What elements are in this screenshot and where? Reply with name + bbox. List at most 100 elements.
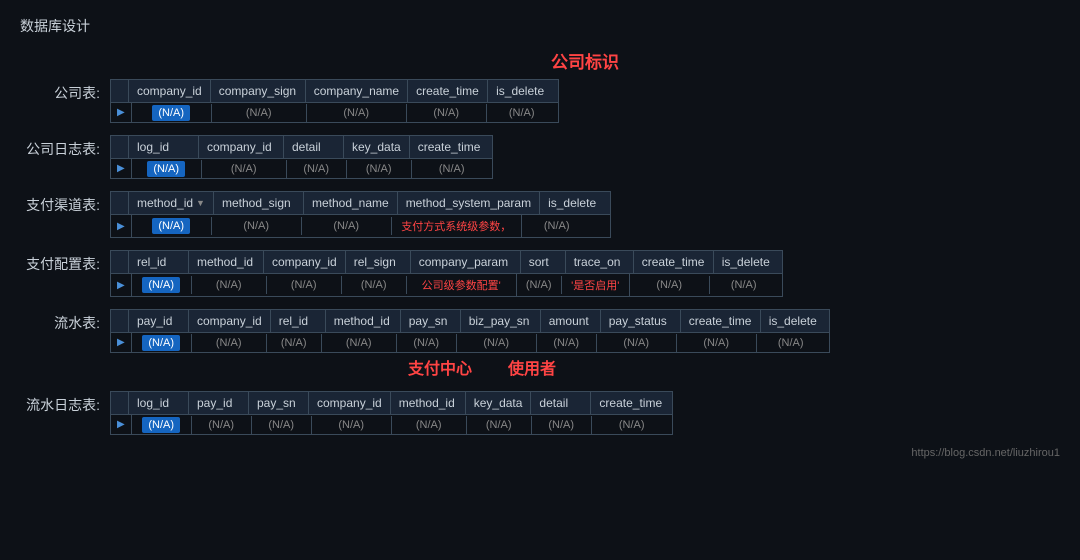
table-label-2: 支付渠道表: [20, 191, 110, 215]
col-header-3-1: method_id [189, 251, 264, 273]
cell-0-4: (N/A) [487, 104, 557, 122]
table-label-5: 流水日志表: [20, 391, 110, 415]
col-header-4-1: company_id [189, 310, 271, 332]
table-row-5: 流水日志表:log_idpay_idpay_sncompany_idmethod… [20, 391, 1060, 435]
col-header-5-5: key_data [466, 392, 532, 414]
cell-4-7: (N/A) [597, 334, 677, 352]
col-header-5-6: detail [531, 392, 591, 414]
col-header-4-2: rel_id [271, 310, 326, 332]
cell-3-8: (N/A) [710, 276, 778, 294]
cell-2-2: (N/A) [302, 217, 392, 235]
col-header-2-0: method_id▼ [129, 192, 214, 214]
col-header-3-0: rel_id [129, 251, 189, 273]
table-label-0: 公司表: [20, 79, 110, 103]
cell-2-4: (N/A) [522, 217, 592, 235]
db-table-5: log_idpay_idpay_sncompany_idmethod_idkey… [110, 391, 673, 435]
cell-1-0: (N/A) [132, 160, 202, 178]
col-header-0-0: company_id [129, 80, 211, 102]
table-label-3: 支付配置表: [20, 250, 110, 274]
cell-5-0: (N/A) [132, 416, 192, 434]
cell-2-0: (N/A) [132, 217, 212, 235]
col-header-5-7: create_time [591, 392, 671, 414]
watermark: https://blog.csdn.net/liuzhirou1 [20, 447, 1060, 459]
cell-5-4: (N/A) [392, 416, 467, 434]
col-header-4-7: pay_status [601, 310, 681, 332]
col-header-1-1: company_id [199, 136, 284, 158]
col-header-0-4: is_delete [488, 80, 558, 102]
cell-4-5: (N/A) [457, 334, 537, 352]
table-row-2: 支付渠道表:method_id▼method_signmethod_nameme… [20, 191, 1060, 238]
page-title: 数据库设计 [20, 16, 1060, 36]
row-arrow-1: ▶ [111, 159, 132, 178]
col-header-4-0: pay_id [129, 310, 189, 332]
cell-4-8: (N/A) [677, 334, 757, 352]
row-arrow-3: ▶ [111, 274, 132, 296]
cell-5-1: (N/A) [192, 416, 252, 434]
col-header-0-1: company_sign [211, 80, 306, 102]
col-header-5-2: pay_sn [249, 392, 309, 414]
db-table-1: log_idcompany_iddetailkey_datacreate_tim… [110, 135, 493, 179]
col-header-2-4: is_delete [540, 192, 610, 214]
cell-3-6: '是否启用' [562, 274, 630, 296]
col-header-4-3: method_id [326, 310, 401, 332]
cell-0-1: (N/A) [212, 104, 307, 122]
col-header-5-1: pay_id [189, 392, 249, 414]
col-header-2-2: method_name [304, 192, 398, 214]
cell-0-3: (N/A) [407, 104, 487, 122]
biz-label-user: 使用者 [508, 355, 556, 379]
cell-1-3: (N/A) [347, 160, 412, 178]
cell-3-3: (N/A) [342, 276, 407, 294]
cell-3-1: (N/A) [192, 276, 267, 294]
col-header-3-5: sort [521, 251, 566, 273]
col-header-1-4: create_time [410, 136, 490, 158]
cell-4-9: (N/A) [757, 334, 825, 352]
cell-5-7: (N/A) [592, 416, 672, 434]
row-arrow-0: ▶ [111, 103, 132, 122]
col-header-1-2: detail [284, 136, 344, 158]
col-header-4-5: biz_pay_sn [461, 310, 541, 332]
cell-3-2: (N/A) [267, 276, 342, 294]
db-table-3: rel_idmethod_idcompany_idrel_signcompany… [110, 250, 783, 297]
col-header-5-3: company_id [309, 392, 391, 414]
cell-4-1: (N/A) [192, 334, 267, 352]
cell-4-4: (N/A) [397, 334, 457, 352]
col-header-4-8: create_time [681, 310, 761, 332]
col-header-1-0: log_id [129, 136, 199, 158]
cell-3-0: (N/A) [132, 276, 192, 294]
col-header-0-2: company_name [306, 80, 408, 102]
cell-5-5: (N/A) [467, 416, 532, 434]
cell-0-0: (N/A) [132, 104, 212, 122]
cell-4-3: (N/A) [322, 334, 397, 352]
cell-1-2: (N/A) [287, 160, 347, 178]
col-header-4-6: amount [541, 310, 601, 332]
cell-4-6: (N/A) [537, 334, 597, 352]
cell-4-0: (N/A) [132, 334, 192, 352]
cell-5-3: (N/A) [312, 416, 392, 434]
cell-4-2: (N/A) [267, 334, 322, 352]
col-header-4-4: pay_sn [401, 310, 461, 332]
db-table-4: pay_idcompany_idrel_idmethod_idpay_snbiz… [110, 309, 830, 379]
cell-3-7: (N/A) [630, 276, 710, 294]
biz-label-payment-center: 支付中心 [408, 355, 472, 379]
col-header-4-9: is_delete [761, 310, 829, 332]
company-sign-label: 公司标识 [110, 48, 1060, 73]
col-header-3-6: trace_on [566, 251, 634, 273]
row-arrow-4: ▶ [111, 333, 132, 352]
db-table-2: method_id▼method_signmethod_namemethod_s… [110, 191, 611, 238]
table-label-1: 公司日志表: [20, 135, 110, 159]
cell-3-5: (N/A) [517, 276, 562, 294]
table-row-4: 流水表:pay_idcompany_idrel_idmethod_idpay_s… [20, 309, 1060, 379]
col-header-1-3: key_data [344, 136, 410, 158]
cell-5-6: (N/A) [532, 416, 592, 434]
col-header-5-4: method_id [391, 392, 466, 414]
table-row-1: 公司日志表:log_idcompany_iddetailkey_datacrea… [20, 135, 1060, 179]
cell-1-1: (N/A) [202, 160, 287, 178]
cell-2-3: 支付方式系统级参数， [392, 215, 522, 237]
col-header-3-7: create_time [634, 251, 714, 273]
col-header-3-8: is_delete [714, 251, 782, 273]
cell-1-4: (N/A) [412, 160, 492, 178]
row-arrow-2: ▶ [111, 215, 132, 237]
col-header-3-2: company_id [264, 251, 346, 273]
col-header-3-3: rel_sign [346, 251, 411, 273]
table-row-0: 公司表:company_idcompany_signcompany_namecr… [20, 79, 1060, 123]
